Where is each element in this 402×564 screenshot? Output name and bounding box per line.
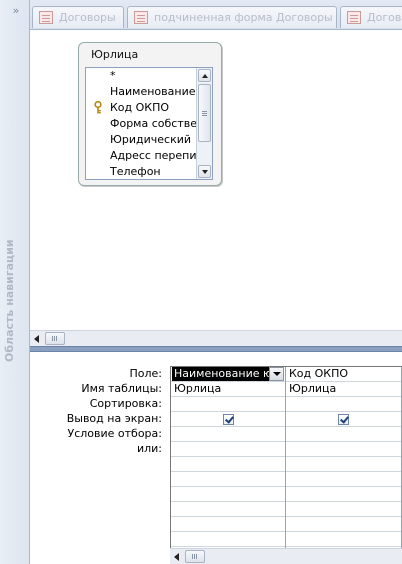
- field-item-telefon[interactable]: Телефон: [86, 164, 212, 179]
- table-cell-column-2[interactable]: Юрлица: [287, 382, 401, 396]
- grid-row-empty: [171, 472, 402, 487]
- query-table-area: Юрлица * Наименование Код ОКПО Форма соб…: [30, 30, 402, 346]
- field-item-forma-sobstvennosti[interactable]: Форма собстве: [86, 116, 212, 132]
- field-item-naimenovanie[interactable]: Наименование: [86, 84, 212, 100]
- tab-label: подчиненная форма Договоры: [154, 11, 333, 24]
- scroll-thumb[interactable]: [185, 550, 205, 563]
- navigation-pane: » Область навигации: [0, 0, 30, 564]
- field-item-kod-okpo[interactable]: Код ОКПО: [86, 100, 212, 116]
- table-title[interactable]: Юрлица: [91, 48, 138, 61]
- show-checkbox-column-1[interactable]: [223, 414, 234, 425]
- sort-cell-column-1[interactable]: [172, 397, 284, 411]
- field-label: Телефон: [110, 165, 161, 178]
- grid-horizontal-scrollbar[interactable]: [170, 548, 402, 564]
- scroll-thumb[interactable]: [198, 84, 211, 142]
- criteria-cell-column-1[interactable]: [172, 427, 284, 441]
- scroll-left-icon[interactable]: [32, 333, 44, 345]
- grid-row-labels: Поле: Имя таблицы: Сортировка: Вывод на …: [30, 366, 168, 456]
- field-list-scrollbar[interactable]: [196, 68, 212, 179]
- tab-subform-dogovory[interactable]: подчиненная форма Договоры: [127, 6, 337, 28]
- column-divider[interactable]: [285, 367, 286, 548]
- field-dropdown-arrow-icon[interactable]: [269, 367, 284, 381]
- field-label: Код ОКПО: [110, 101, 170, 114]
- nav-pane-toggle-button[interactable]: »: [0, 0, 30, 24]
- grid-row-criteria: [171, 427, 402, 442]
- or-cell-column-2[interactable]: [287, 442, 401, 456]
- grid-row-empty: [171, 487, 402, 502]
- field-label: Адресс перепи: [110, 149, 197, 162]
- grid-row-show: [171, 412, 402, 427]
- form-icon: [39, 11, 53, 24]
- form-icon: [347, 11, 361, 24]
- query-design-grid-area: Поле: Имя таблицы: Сортировка: Вывод на …: [30, 352, 402, 564]
- field-cell-column-2[interactable]: Код ОКПО: [287, 367, 401, 381]
- tab-dogovory-2[interactable]: Догово: [340, 6, 402, 28]
- row-label-field: Поле:: [129, 367, 162, 380]
- grid-row-empty: [171, 502, 402, 517]
- document-tab-bar: Договоры подчиненная форма Договоры Дого…: [30, 0, 402, 30]
- field-item-yuridicheskiy[interactable]: Юридический: [86, 132, 212, 148]
- tab-label: Догово: [367, 11, 402, 24]
- field-label: *: [110, 69, 116, 82]
- grid-row-empty: [171, 457, 402, 472]
- tab-label: Договоры: [59, 11, 116, 24]
- grid-row-sort: [171, 397, 402, 412]
- field-list: * Наименование Код ОКПО Форма собстве Юр…: [85, 67, 213, 180]
- field-item-adres-perepiski[interactable]: Адресс перепи: [86, 148, 212, 164]
- upper-horizontal-scrollbar[interactable]: [30, 330, 402, 346]
- grid-row-empty: [171, 532, 402, 547]
- design-grid: Наименование ю Код ОКПО Юрлица Юрлица: [170, 366, 402, 548]
- scroll-up-icon[interactable]: [198, 69, 211, 82]
- scroll-thumb[interactable]: [45, 332, 65, 345]
- table-cell-column-1[interactable]: Юрлица: [172, 382, 284, 396]
- scroll-down-icon[interactable]: [198, 165, 211, 178]
- row-label-criteria: Условие отбора:: [67, 427, 163, 440]
- grid-row-or: [171, 442, 402, 457]
- field-label: Юридический: [110, 133, 192, 146]
- grid-row-table: Юрлица Юрлица: [171, 382, 402, 397]
- nav-pane-title[interactable]: Область навигации: [3, 236, 25, 366]
- form-icon: [134, 11, 148, 24]
- criteria-cell-column-2[interactable]: [287, 427, 401, 441]
- row-label-or: или:: [136, 442, 162, 455]
- row-label-show: Вывод на экран:: [66, 412, 162, 425]
- or-cell-column-1[interactable]: [172, 442, 284, 456]
- table-field-list-yurlitsa[interactable]: Юрлица * Наименование Код ОКПО Форма соб…: [78, 42, 222, 186]
- grid-row-field: Наименование ю Код ОКПО: [171, 367, 402, 382]
- grid-row-empty: [171, 517, 402, 532]
- tab-dogovory[interactable]: Договоры: [32, 6, 124, 28]
- row-label-table: Имя таблицы:: [81, 382, 162, 395]
- field-cell-column-1[interactable]: Наименование ю: [172, 367, 269, 381]
- field-label: Форма собстве: [110, 117, 197, 130]
- field-label: Наименование: [110, 85, 196, 98]
- primary-key-icon: [94, 101, 102, 114]
- field-item-all[interactable]: *: [86, 68, 212, 84]
- scroll-left-icon[interactable]: [172, 551, 184, 563]
- row-label-sort: Сортировка:: [89, 397, 162, 410]
- show-checkbox-column-2[interactable]: [338, 414, 349, 425]
- sort-cell-column-2[interactable]: [287, 397, 401, 411]
